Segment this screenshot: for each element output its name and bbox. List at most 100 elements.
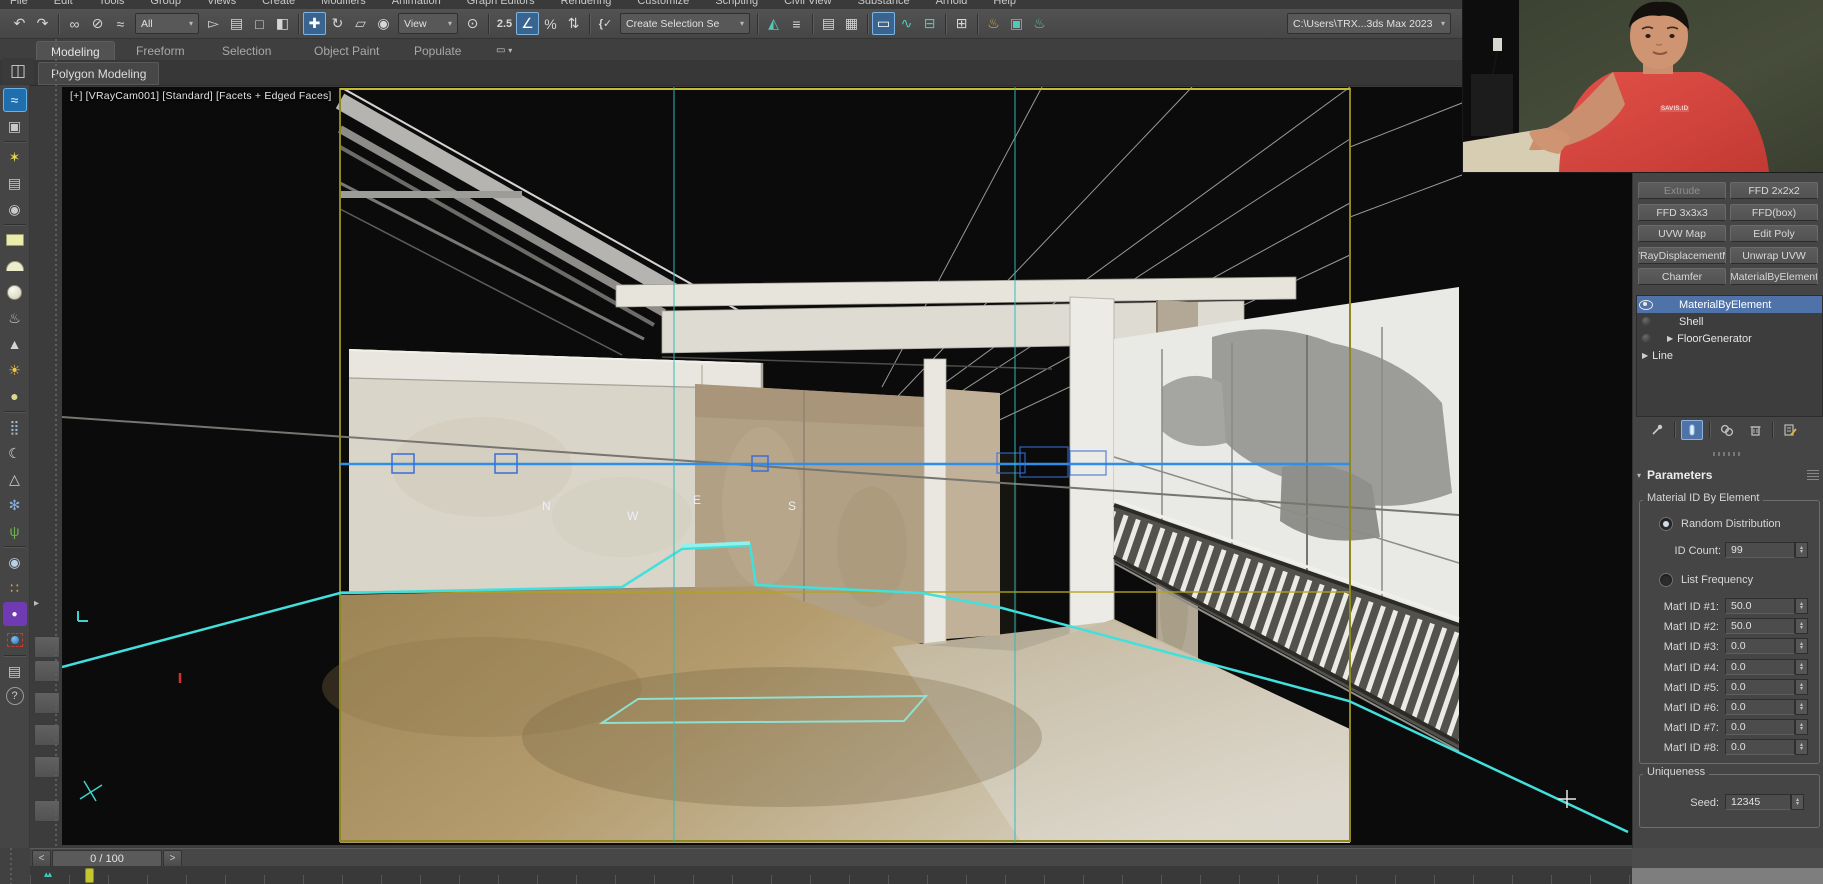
grass-icon[interactable]: ψ	[3, 519, 27, 543]
spinner-snap-icon[interactable]: ⇅	[562, 12, 585, 35]
modifier-button-vraydisplacement[interactable]: VRayDisplacementM	[1638, 247, 1726, 264]
prev-frame-button[interactable]: <	[32, 850, 51, 867]
vray-framebuffer-icon[interactable]: ≈	[2, 88, 27, 112]
scene-explorer-icon[interactable]: ▦	[840, 12, 863, 35]
select-rotate-icon[interactable]: ↻	[326, 12, 349, 35]
stack-item-shell[interactable]: Shell	[1637, 313, 1822, 330]
mat-id-2-spinner[interactable]: ▴ ▾	[1795, 618, 1808, 634]
tab-freeform[interactable]: Freeform	[122, 41, 199, 60]
scatter-icon[interactable]: ⣿	[3, 415, 27, 439]
select-move-icon[interactable]: ✚	[303, 12, 326, 35]
menu-modifiers[interactable]: Modifiers	[321, 0, 366, 7]
bind-spacewarp-icon[interactable]: ≈	[109, 12, 132, 35]
mat-id-1-spinner[interactable]: ▴ ▾	[1795, 598, 1808, 614]
tab-populate[interactable]: Populate	[400, 41, 475, 60]
next-frame-button[interactable]: >	[163, 850, 182, 867]
mat-id-5-spinner[interactable]: ▴ ▾	[1795, 679, 1808, 695]
modifier-button-ffd3x3x3[interactable]: FFD 3x3x3	[1638, 204, 1726, 221]
toolbar-drag-handle[interactable]	[52, 39, 60, 884]
time-slider-marker[interactable]	[85, 868, 94, 883]
mat-id-6-spinner[interactable]: ▴ ▾	[1795, 699, 1808, 715]
random-distribution-radio[interactable]	[1659, 517, 1673, 531]
light-lister-icon[interactable]: ✶	[3, 145, 27, 169]
window-crossing-icon[interactable]: ◧	[271, 12, 294, 35]
vfb-palette-icon[interactable]: ●	[2, 602, 27, 626]
select-scale-icon[interactable]: ▱	[349, 12, 372, 35]
seed-spinner[interactable]: ▴ ▾	[1791, 794, 1804, 810]
moon-icon[interactable]: ☾	[3, 441, 27, 465]
modifier-button-materialbyelement[interactable]: MaterialByElement	[1730, 268, 1818, 285]
material-sphere-icon[interactable]: ◉	[3, 550, 27, 574]
angle-snap-icon[interactable]: ∠	[516, 12, 539, 35]
mat-id-5-field[interactable]: 0.0	[1725, 679, 1795, 695]
menu-rendering[interactable]: Rendering	[561, 0, 612, 7]
undo-icon[interactable]: ↶	[8, 12, 31, 35]
modifier-bulb-icon[interactable]	[1641, 317, 1651, 326]
pin-stack-icon[interactable]	[1646, 420, 1668, 440]
mat-id-7-spinner[interactable]: ▴ ▾	[1795, 719, 1808, 735]
modifier-button-uvw-map[interactable]: UVW Map	[1638, 225, 1726, 242]
modifier-button-unwrap-uvw[interactable]: Unwrap UVW	[1730, 247, 1818, 264]
mat-id-3-field[interactable]: 0.0	[1725, 638, 1795, 654]
tab-object-paint[interactable]: Object Paint	[300, 41, 393, 60]
mat-id-8-spinner[interactable]: ▴ ▾	[1795, 739, 1808, 755]
rendered-frame-icon[interactable]: ▣	[1005, 12, 1028, 35]
menu-create[interactable]: Create	[262, 0, 295, 7]
menu-edit[interactable]: Edit	[54, 0, 73, 7]
modifier-button-ffdbox[interactable]: FFD(box)	[1730, 204, 1818, 221]
bottom-left-drag-handle[interactable]	[0, 848, 30, 884]
align-icon[interactable]: ≡	[785, 12, 808, 35]
pyramid-icon[interactable]: △	[3, 467, 27, 491]
render-production-icon[interactable]: ♨	[1028, 12, 1051, 35]
remove-modifier-icon[interactable]	[1744, 420, 1766, 440]
noise-flower-icon[interactable]: ✻	[3, 493, 27, 517]
mat-id-4-spinner[interactable]: ▴ ▾	[1795, 659, 1808, 675]
unlink-icon[interactable]: ⊘	[86, 12, 109, 35]
menu-scripting[interactable]: Scripting	[715, 0, 758, 7]
cone-icon[interactable]: ▲	[3, 332, 27, 356]
tab-selection[interactable]: Selection	[208, 41, 285, 60]
menu-arnold[interactable]: Arnold	[936, 0, 968, 7]
mat-id-3-spinner[interactable]: ▴ ▾	[1795, 638, 1808, 654]
select-link-icon[interactable]: ∞	[63, 12, 86, 35]
schematic-view-icon[interactable]: ⊟	[918, 12, 941, 35]
select-by-material-icon[interactable]	[3, 628, 27, 652]
plane-light-icon[interactable]	[3, 228, 27, 252]
toggle-ribbon-icon[interactable]: ▭	[872, 12, 895, 35]
sun-icon[interactable]: ☀	[3, 358, 27, 382]
viewport[interactable]: N W E S [+] [VRayCam001] [Standard] [Fac…	[62, 87, 1632, 845]
modifier-button-extrude[interactable]: Extrude	[1638, 182, 1726, 199]
stack-item-materialbyelement[interactable]: MaterialByElement	[1637, 296, 1822, 313]
current-frame-display[interactable]: 0 / 100	[52, 850, 162, 867]
sphere-light-icon[interactable]	[3, 280, 27, 304]
menu-group[interactable]: Group	[150, 0, 181, 7]
track-bar[interactable]: ▴▴	[30, 866, 1632, 884]
flyout-arrow-icon[interactable]: ▸	[34, 598, 39, 609]
project-path-dropdown[interactable]: C:\Users\TRX...3ds Max 2023 ▾	[1287, 13, 1451, 34]
redo-icon[interactable]: ↷	[31, 12, 54, 35]
mat-id-2-field[interactable]: 50.0	[1725, 618, 1795, 634]
show-end-result-icon[interactable]	[1681, 420, 1703, 440]
panel-splitter-handle[interactable]	[1713, 452, 1743, 456]
tab-modeling[interactable]: Modeling	[36, 41, 115, 61]
modifier-button-chamfer[interactable]: Chamfer	[1638, 268, 1726, 285]
stack-item-floorgenerator[interactable]: ▶ FloorGenerator	[1637, 330, 1822, 347]
snap-toggle-icon[interactable]: 2.5	[493, 12, 516, 35]
layer-manager-icon[interactable]: ▤	[817, 12, 840, 35]
menu-graph-editors[interactable]: Graph Editors	[467, 0, 535, 7]
mat-id-8-field[interactable]: 0.0	[1725, 739, 1795, 755]
modifier-bulb-icon[interactable]	[1641, 334, 1651, 343]
seed-field[interactable]: 12345	[1725, 794, 1791, 810]
select-by-name-icon[interactable]: ▤	[225, 12, 248, 35]
geosphere-icon[interactable]: ●	[3, 384, 27, 408]
ribbon-corner-icon[interactable]: ◫	[2, 58, 34, 84]
configure-modifier-sets-icon[interactable]	[1779, 420, 1801, 440]
mat-id-6-field[interactable]: 0.0	[1725, 699, 1795, 715]
menu-help[interactable]: Help	[993, 0, 1016, 7]
menu-customize[interactable]: Customize	[637, 0, 689, 7]
named-selection-dropdown[interactable]: Create Selection Se ▾	[620, 13, 750, 34]
coord-system-dropdown[interactable]: View ▾	[398, 13, 458, 34]
select-object-icon[interactable]: ▻	[202, 12, 225, 35]
menu-views[interactable]: Views	[207, 0, 236, 7]
render-image-icon[interactable]: ▣	[3, 114, 27, 138]
